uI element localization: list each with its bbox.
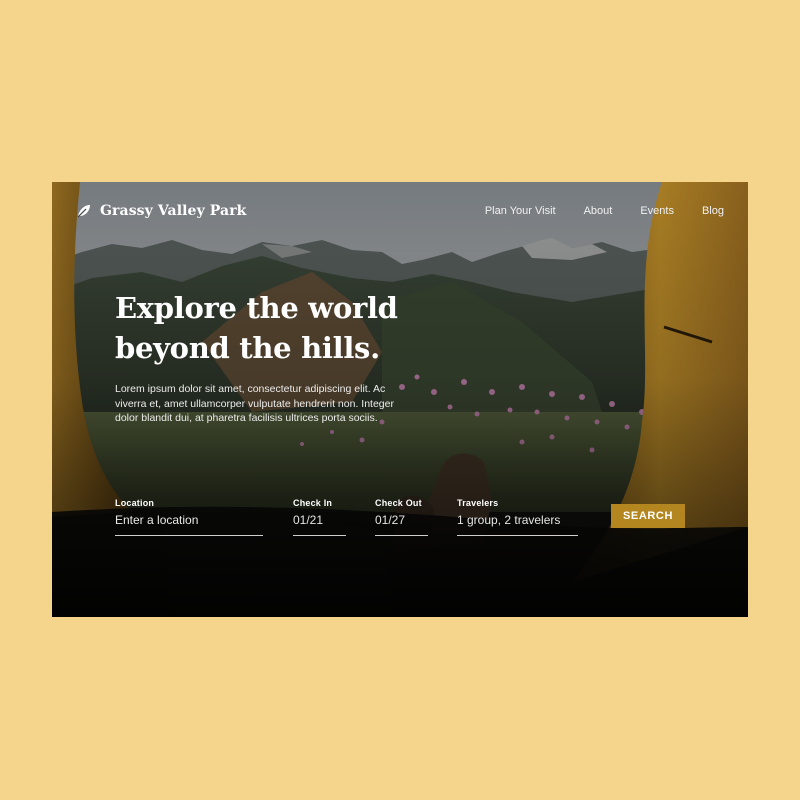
nav-item-about[interactable]: About (584, 205, 613, 217)
location-field: Location (115, 498, 263, 536)
hero-body-text: Lorem ipsum dolor sit amet, consectetur … (115, 383, 394, 424)
check-out-label: Check Out (375, 498, 422, 508)
hero-section: Explore the world beyond the hills. Lore… (115, 288, 425, 436)
leaf-icon (76, 203, 92, 219)
search-button[interactable]: SEARCH (611, 504, 685, 528)
brand-name: Grassy Valley Park (100, 203, 247, 219)
nav-menu: Plan Your Visit About Events Blog (485, 205, 724, 217)
travelers-select[interactable]: 1 group, 2 travelers (457, 513, 578, 527)
nav-item-events[interactable]: Events (640, 205, 674, 217)
booking-search-form: Location Check In 01/21 Check Out 01/27 … (115, 498, 687, 538)
brand[interactable]: Grassy Valley Park (76, 203, 246, 219)
hero-headline-line-2: beyond the hills. (115, 331, 380, 365)
travelers-field: Travelers 1 group, 2 travelers (457, 498, 578, 536)
hero-headline-line-1: Explore the world (115, 291, 398, 325)
check-in-field: Check In 01/21 (293, 498, 346, 536)
browser-viewport: Grassy Valley Park Plan Your Visit About… (52, 182, 748, 617)
check-out-field: Check Out 01/27 (375, 498, 428, 536)
location-input[interactable] (115, 513, 263, 527)
nav-item-blog[interactable]: Blog (702, 205, 724, 217)
check-in-label: Check In (293, 498, 333, 508)
travelers-label: Travelers (457, 498, 499, 508)
top-navigation: Grassy Valley Park Plan Your Visit About… (76, 200, 724, 222)
hero-headline: Explore the world beyond the hills. (115, 288, 425, 368)
check-in-input[interactable]: 01/21 (293, 513, 346, 527)
check-out-input[interactable]: 01/27 (375, 513, 428, 527)
location-label: Location (115, 498, 155, 508)
nav-item-plan-your-visit[interactable]: Plan Your Visit (485, 205, 556, 217)
